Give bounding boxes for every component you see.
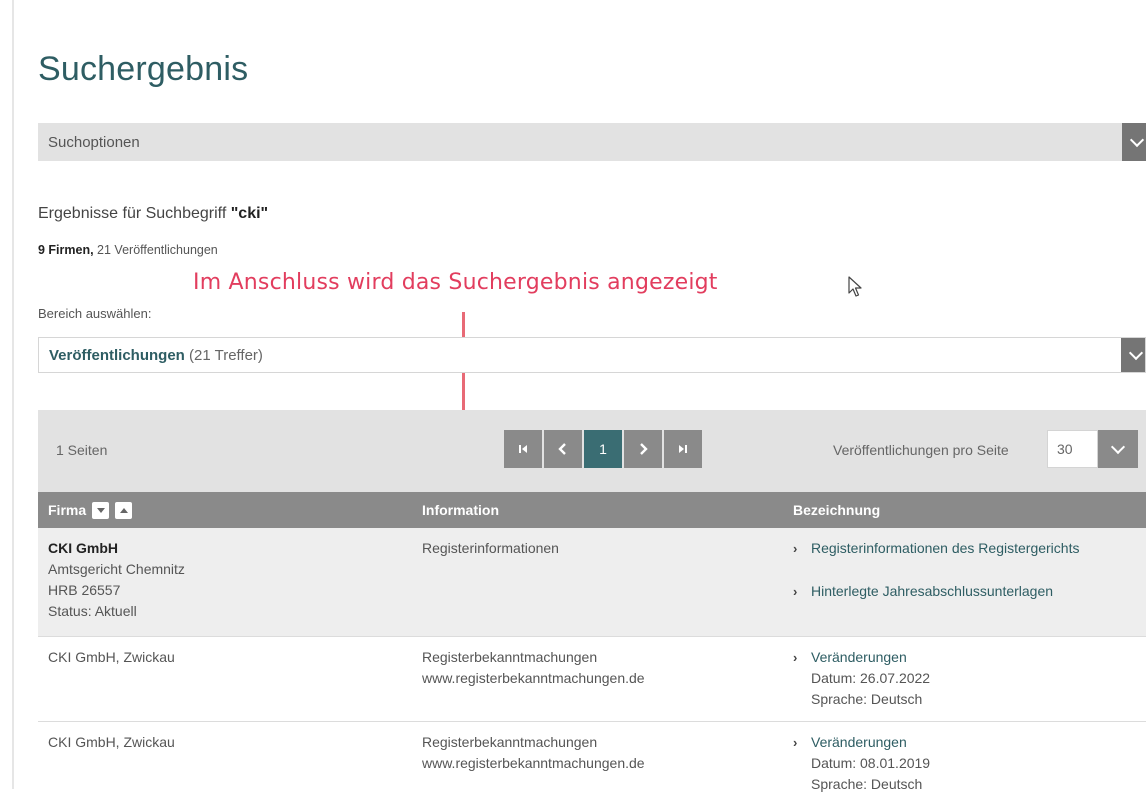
firma-cell: CKI GmbH, Zwickau	[48, 734, 175, 750]
link-text[interactable]: Veränderungen	[811, 732, 907, 753]
firma-hrb: HRB 26557	[48, 582, 121, 598]
table-header: Firma Information Bezeichnung	[38, 492, 1146, 528]
pager: 1	[504, 430, 702, 468]
link-text[interactable]: Hinterlegte Jahresabschlussunterlagen	[811, 581, 1053, 602]
page-title: Suchergebnis	[38, 50, 249, 88]
link-text[interactable]: Registerinformationen des Registergerich…	[811, 538, 1079, 559]
sort-up-icon	[119, 507, 128, 513]
result-summary: Ergebnisse für Suchbegriff "cki"	[38, 205, 268, 223]
publications-count: 21 Veröffentlichungen	[93, 243, 218, 257]
result-counts: 9 Firmen, 21 Veröffentlichungen	[38, 243, 218, 257]
chevron-right-icon: ›	[793, 650, 798, 665]
sort-descending-button[interactable]	[92, 501, 110, 519]
info-line: Registerbekanntmachungen	[422, 734, 598, 750]
last-page-icon	[679, 445, 687, 453]
area-label: Bereich auswählen:	[38, 306, 152, 321]
prev-page-button[interactable]	[544, 430, 582, 468]
chevron-down-icon	[1129, 132, 1145, 148]
last-page-button[interactable]	[664, 430, 702, 468]
search-options-label: Suchoptionen	[48, 133, 140, 151]
datum: Datum: 26.07.2022	[811, 670, 931, 686]
result-prefix: Ergebnisse für Suchbegriff	[38, 205, 231, 222]
sort-ascending-button[interactable]	[115, 501, 133, 519]
column-bezeichnung: Bezeichnung	[793, 502, 881, 518]
bezeichnung-cell: › Registerinformationen des Registergeri…	[793, 538, 1079, 602]
sprache: Sprache: Deutsch	[811, 691, 923, 707]
page-1-button[interactable]: 1	[584, 430, 622, 468]
firma-court: Amtsgericht Chemnitz	[48, 561, 185, 577]
next-page-icon	[640, 443, 648, 455]
pagination-bar: 1 Seiten 1 Veröffentlichungen pro Seite …	[38, 410, 1146, 492]
info-cell: Registerbekanntmachungen www.registerbek…	[422, 732, 645, 774]
link-veraenderungen[interactable]: › Veränderungen	[793, 647, 930, 668]
info-line: Registerbekanntmachungen	[422, 649, 598, 665]
info-url: www.registerbekanntmachungen.de	[422, 670, 645, 686]
firms-count: 9 Firmen,	[38, 243, 94, 257]
info-cell: Registerinformationen	[422, 540, 559, 556]
firma-cell: CKI GmbH Amtsgericht Chemnitz HRB 26557 …	[48, 538, 185, 622]
column-firma: Firma	[48, 492, 133, 528]
info-url: www.registerbekanntmachungen.de	[422, 755, 645, 771]
datum: Datum: 08.01.2019	[811, 755, 931, 771]
per-page-label: Veröffentlichungen pro Seite	[833, 442, 1009, 458]
link-registerinformationen[interactable]: › Registerinformationen des Registergeri…	[793, 538, 1079, 559]
link-text[interactable]: Veränderungen	[811, 647, 907, 668]
per-page-dropdown-button[interactable]	[1098, 430, 1138, 468]
chevron-right-icon: ›	[793, 541, 798, 556]
next-page-button[interactable]	[624, 430, 662, 468]
chevron-down-icon	[1128, 345, 1144, 361]
bezeichnung-cell: › Veränderungen Datum: 26.07.2022 Sprach…	[793, 647, 930, 710]
link-veraenderungen[interactable]: › Veränderungen	[793, 732, 930, 753]
column-firma-label: Firma	[48, 502, 87, 518]
info-cell: Registerbekanntmachungen www.registerbek…	[422, 647, 645, 689]
chevron-right-icon: ›	[793, 584, 798, 599]
table-row: CKI GmbH Amtsgericht Chemnitz HRB 26557 …	[38, 528, 1146, 637]
area-hits: (21 Treffer)	[184, 346, 263, 364]
firma-cell: CKI GmbH, Zwickau	[48, 649, 175, 665]
pages-count: 1 Seiten	[56, 442, 108, 458]
firma-status: Status: Aktuell	[48, 603, 137, 619]
link-jahresabschluss[interactable]: › Hinterlegte Jahresabschlussunterlagen	[793, 581, 1079, 602]
annotation-text: Im Anschluss wird das Suchergebnis angez…	[193, 270, 718, 295]
mouse-cursor-icon	[848, 276, 862, 297]
left-border	[12, 0, 14, 789]
per-page-select[interactable]: 30	[1047, 430, 1138, 468]
chevron-down-icon	[1110, 439, 1126, 455]
search-term: "cki"	[230, 205, 269, 222]
sort-down-icon	[96, 507, 105, 513]
first-page-button[interactable]	[504, 430, 542, 468]
table-row: CKI GmbH, Zwickau Registerbekanntmachung…	[38, 637, 1146, 722]
prev-page-icon	[558, 443, 566, 455]
bezeichnung-cell: › Veränderungen Datum: 08.01.2019 Sprach…	[793, 732, 930, 795]
search-options-toggle[interactable]: Suchoptionen	[38, 123, 1146, 161]
column-information: Information	[422, 502, 499, 518]
firma-name: CKI GmbH	[48, 540, 118, 556]
area-select-value: Veröffentlichungen (21 Treffer)	[49, 347, 263, 364]
sprache: Sprache: Deutsch	[811, 776, 923, 792]
per-page-value: 30	[1047, 430, 1098, 468]
area-select[interactable]: Veröffentlichungen (21 Treffer)	[38, 337, 1146, 373]
area-select-dropdown-button[interactable]	[1121, 338, 1145, 372]
search-options-expand-button[interactable]	[1122, 123, 1146, 161]
area-value: Veröffentlichungen	[49, 346, 185, 364]
table-row: CKI GmbH, Zwickau Registerbekanntmachung…	[38, 722, 1146, 792]
chevron-right-icon: ›	[793, 735, 798, 750]
first-page-icon	[519, 445, 527, 453]
